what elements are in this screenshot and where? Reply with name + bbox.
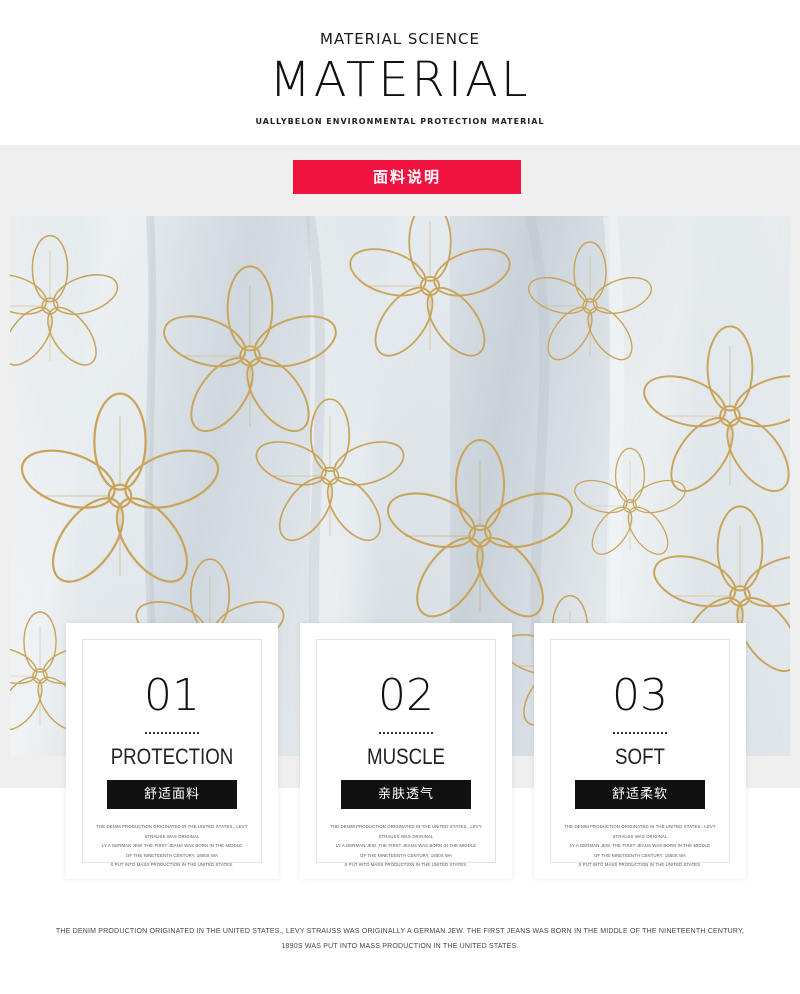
kicker-text: MATERIAL SCIENCE (320, 30, 480, 48)
card-body-line: OF THE NINETEENTH CENTURY, 1850S WA (126, 852, 218, 858)
feature-card-2: 02 MUSCLE 亲肤透气 THE DENIM PRODUCTION ORIG… (300, 623, 512, 879)
section-banner: 面料说明 (293, 160, 521, 194)
card-body: THE DENIM PRODUCTION ORIGINATED IN THE U… (561, 822, 719, 870)
feature-card-3: 03 SOFT 舒适柔软 THE DENIM PRODUCTION ORIGIN… (534, 623, 746, 879)
card-body: THE DENIM PRODUCTION ORIGINATED IN THE U… (327, 822, 485, 870)
card-title: SOFT (615, 744, 665, 769)
card-body-line: THE DENIM PRODUCTION ORIGINATED IN THE U… (96, 824, 248, 839)
card-label: 舒适面料 (107, 780, 237, 809)
card-number: 02 (378, 670, 434, 721)
card-body-line: S PUT INTO MASS PRODUCTION IN THE UNITED… (110, 862, 234, 867)
card-body: THE DENIM PRODUCTION ORIGINATED IN THE U… (93, 822, 251, 870)
card-body-line: OF THE NINETEENTH CENTURY, 1850S WA (594, 852, 686, 858)
feature-card-1: 01 PROTECTION 舒适面料 THE DENIM PRODUCTION … (66, 623, 278, 879)
card-body-line: OF THE NINETEENTH CENTURY, 1850S WA (360, 852, 452, 858)
card-body-line: S PUT INTO MASS PRODUCTION IN THE UNITED… (578, 862, 702, 867)
card-frame: 02 MUSCLE 亲肤透气 THE DENIM PRODUCTION ORIG… (316, 639, 496, 867)
card-frame: 03 SOFT 舒适柔软 THE DENIM PRODUCTION ORIGIN… (550, 639, 730, 867)
dotted-divider (145, 732, 199, 734)
footer-text: THE DENIM PRODUCTION ORIGINATED IN THE U… (0, 924, 800, 954)
dotted-divider (379, 732, 433, 734)
card-number: 03 (612, 670, 668, 721)
card-body-line: LY A GERMAN JEW. THE FIRST JEANS WAS BOR… (335, 843, 477, 848)
header: MATERIAL SCIENCE MATERIAL UALLYBELON ENV… (0, 0, 800, 145)
card-title: PROTECTION (110, 744, 234, 769)
footer-line: THE DENIM PRODUCTION ORIGINATED IN THE U… (55, 928, 745, 935)
footer-line: 1890S WAS PUT INTO MASS PRODUCTION IN TH… (281, 943, 519, 950)
card-body-line: THE DENIM PRODUCTION ORIGINATED IN THE U… (564, 824, 716, 839)
card-body-line: S PUT INTO MASS PRODUCTION IN THE UNITED… (344, 862, 468, 867)
card-body-line: THE DENIM PRODUCTION ORIGINATED IN THE U… (330, 824, 482, 839)
page-title: MATERIAL (269, 52, 531, 108)
card-body-line: LY A GERMAN JEW. THE FIRST JEANS WAS BOR… (101, 843, 243, 848)
card-frame: 01 PROTECTION 舒适面料 THE DENIM PRODUCTION … (82, 639, 262, 867)
dotted-divider (613, 732, 667, 734)
subtitle: UALLYBELON ENVIRONMENTAL PROTECTION MATE… (255, 117, 545, 126)
card-label: 舒适柔软 (575, 780, 705, 809)
card-body-line: LY A GERMAN JEW. THE FIRST JEANS WAS BOR… (569, 843, 711, 848)
card-number: 01 (144, 670, 200, 721)
card-title: MUSCLE (367, 744, 445, 769)
card-label: 亲肤透气 (341, 780, 471, 809)
